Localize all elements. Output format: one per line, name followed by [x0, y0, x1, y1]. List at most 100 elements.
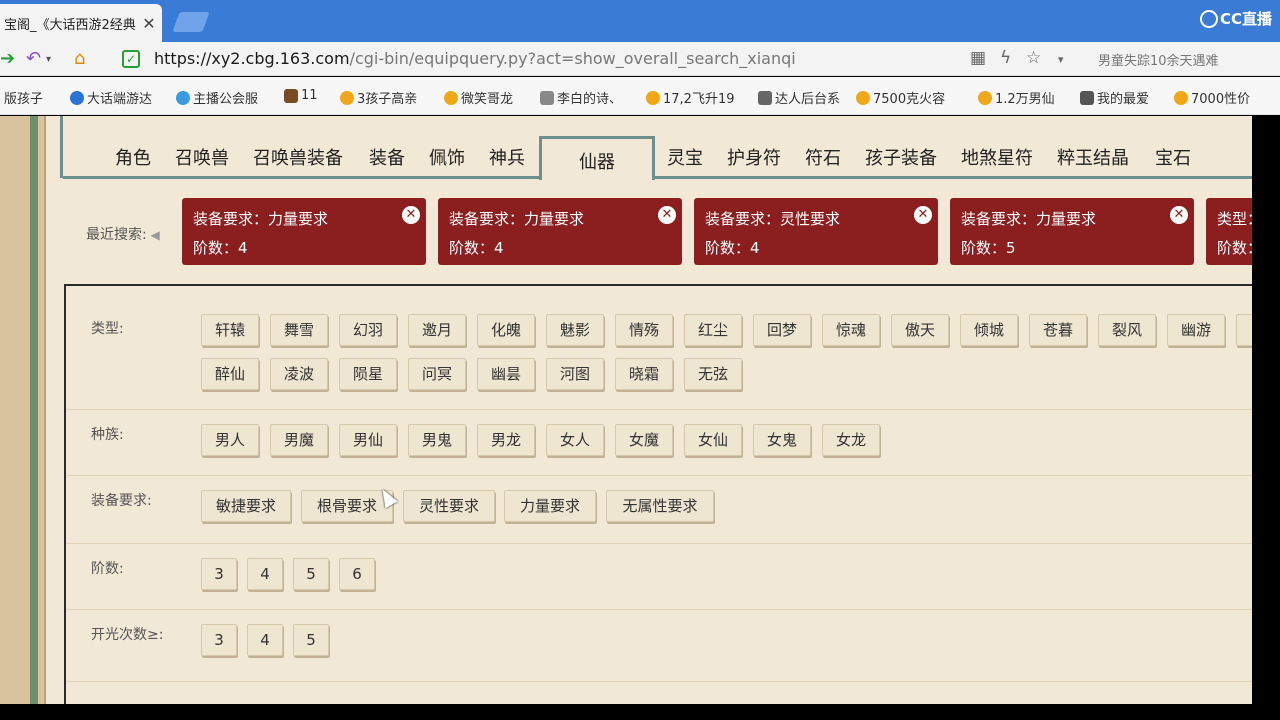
bookmark-item[interactable]: 我的最爱 — [1080, 88, 1149, 107]
tab-jade-crystal[interactable]: 粹玉结晶 — [1057, 144, 1129, 170]
type-option[interactable]: 凌波 — [270, 358, 328, 390]
bookmark-item[interactable]: 1.2万男仙 — [978, 88, 1055, 107]
race-option[interactable]: 女鬼 — [753, 424, 811, 456]
tab-gem[interactable]: 宝石 — [1155, 144, 1191, 170]
tab-xianqi[interactable]: 仙器 — [539, 136, 655, 180]
recent-search-card[interactable]: 装备要求：力量要求 阶数：4 ✕ — [182, 198, 426, 265]
race-option[interactable]: 男人 — [201, 424, 259, 456]
bookmark-item[interactable]: 7500克火容 — [856, 88, 945, 107]
race-option[interactable]: 女魔 — [615, 424, 673, 456]
requirement-option[interactable]: 灵性要求 — [403, 490, 495, 522]
type-option[interactable]: 幽游 — [1167, 314, 1225, 346]
lightning-icon[interactable]: ϟ — [1000, 48, 1011, 68]
tab-equip[interactable]: 装备 — [369, 144, 405, 170]
filter-label: 开光次数≥: — [91, 627, 164, 643]
new-tab-button[interactable] — [172, 12, 210, 32]
close-icon[interactable]: ✕ — [1170, 206, 1188, 224]
type-option[interactable]: 魅影 — [546, 314, 604, 346]
close-icon[interactable]: ✕ — [402, 206, 420, 224]
tab-role[interactable]: 角色 — [115, 144, 151, 170]
url-field[interactable]: https://xy2.cbg.163.com/cgi-bin/equipque… — [154, 49, 796, 68]
browser-tab[interactable]: 宝阁_《大话西游2经典 ✕ — [0, 4, 162, 42]
bookmark-item[interactable]: 3孩子高亲 — [340, 88, 417, 107]
recent-search-card[interactable]: 类型： 阶数： — [1206, 198, 1252, 265]
stream-logo: CC直播 — [1199, 8, 1272, 29]
close-icon[interactable]: ✕ — [914, 206, 932, 224]
type-option[interactable]: 醉仙 — [201, 358, 259, 390]
race-option[interactable]: 女龙 — [822, 424, 880, 456]
bookmark-item[interactable]: 微笑哥龙 — [444, 88, 513, 107]
type-option[interactable]: 情殇 — [615, 314, 673, 346]
tab-rune[interactable]: 符石 — [805, 144, 841, 170]
glow-count-option[interactable]: 4 — [247, 624, 283, 656]
tier-option[interactable]: 6 — [339, 558, 375, 590]
race-option[interactable]: 女人 — [546, 424, 604, 456]
type-option[interactable]: 回梦 — [753, 314, 811, 346]
tab-star-talisman[interactable]: 地煞星符 — [961, 144, 1033, 170]
tab-summon-equip[interactable]: 召唤兽装备 — [253, 144, 343, 170]
glow-count-option[interactable]: 3 — [201, 624, 237, 656]
type-option[interactable]: 裂风 — [1098, 314, 1156, 346]
home-icon[interactable]: ⌂ — [74, 48, 85, 69]
bookmark-item[interactable]: 版孩子 — [4, 88, 43, 107]
search-hint[interactable]: 男童失踪10余天遇难 — [1098, 50, 1219, 69]
bookmark-icon — [444, 90, 458, 105]
type-option[interactable]: 轩辕 — [201, 314, 259, 346]
type-option[interactable]: 舞雪 — [270, 314, 328, 346]
requirement-option[interactable]: 力量要求 — [504, 490, 596, 522]
bookmark-item[interactable]: 11 — [284, 88, 318, 103]
close-icon[interactable]: ✕ — [140, 14, 158, 33]
close-icon[interactable]: ✕ — [658, 206, 676, 224]
requirement-option[interactable]: 敏捷要求 — [201, 490, 291, 522]
type-option[interactable]: 惊魂 — [822, 314, 880, 346]
filter-label: 装备要求: — [91, 493, 152, 509]
type-option[interactable]: 苍暮 — [1029, 314, 1087, 346]
bookmark-item[interactable]: 大话端游达 — [70, 88, 152, 107]
type-option-partial[interactable] — [1236, 314, 1252, 346]
bookmark-item[interactable]: 达人后台系 — [758, 88, 840, 107]
bookmark-item[interactable]: 主播公会服 — [176, 88, 258, 107]
tier-option[interactable]: 3 — [201, 558, 237, 590]
type-option[interactable]: 陨星 — [339, 358, 397, 390]
tier-option[interactable]: 5 — [293, 558, 329, 590]
type-option[interactable]: 化魄 — [477, 314, 535, 346]
race-option[interactable]: 男仙 — [339, 424, 397, 456]
tier-option[interactable]: 4 — [247, 558, 283, 590]
type-option[interactable]: 邀月 — [408, 314, 466, 346]
type-option[interactable]: 红尘 — [684, 314, 742, 346]
race-option[interactable]: 女仙 — [684, 424, 742, 456]
tab-amulet[interactable]: 护身符 — [727, 144, 781, 170]
undo-icon[interactable]: ↶ — [26, 48, 41, 69]
type-option[interactable]: 倾城 — [960, 314, 1018, 346]
bookmark-item[interactable]: 17,2飞升19 — [646, 88, 735, 107]
bookmark-item[interactable]: 李白的诗、 — [540, 88, 622, 107]
tab-summon[interactable]: 召唤兽 — [175, 144, 229, 170]
race-option[interactable]: 男魔 — [270, 424, 328, 456]
tab-weapon[interactable]: 神兵 — [489, 144, 525, 170]
recent-search-card[interactable]: 装备要求：力量要求 阶数：4 ✕ — [438, 198, 682, 265]
forward-icon[interactable]: ➔ — [0, 48, 15, 69]
type-option[interactable]: 晓霜 — [615, 358, 673, 390]
glow-count-option[interactable]: 5 — [293, 624, 329, 656]
tab-accessory[interactable]: 佩饰 — [429, 144, 465, 170]
tab-lingbao[interactable]: 灵宝 — [667, 144, 703, 170]
bookmark-item[interactable]: 7000性价 — [1174, 88, 1250, 107]
type-option[interactable]: 傲天 — [891, 314, 949, 346]
type-option[interactable]: 问冥 — [408, 358, 466, 390]
recent-search-card[interactable]: 装备要求：力量要求 阶数：5 ✕ — [950, 198, 1194, 265]
type-option[interactable]: 无弦 — [684, 358, 742, 390]
recent-search-card[interactable]: 装备要求：灵性要求 阶数：4 ✕ — [694, 198, 938, 265]
recent-search-label: 最近搜索: ◀ — [86, 227, 160, 243]
chevron-down-icon[interactable]: ▾ — [46, 54, 51, 65]
type-option[interactable]: 幽昙 — [477, 358, 535, 390]
chevron-down-icon[interactable]: ▾ — [1058, 53, 1064, 66]
tab-child-equip[interactable]: 孩子装备 — [865, 144, 937, 170]
type-option[interactable]: 河图 — [546, 358, 604, 390]
grid-icon[interactable]: ▦ — [970, 48, 986, 68]
bookmark-icon — [284, 88, 298, 103]
race-option[interactable]: 男龙 — [477, 424, 535, 456]
race-option[interactable]: 男鬼 — [408, 424, 466, 456]
requirement-option[interactable]: 无属性要求 — [606, 490, 714, 522]
star-icon[interactable]: ☆ — [1026, 48, 1041, 68]
type-option[interactable]: 幻羽 — [339, 314, 397, 346]
